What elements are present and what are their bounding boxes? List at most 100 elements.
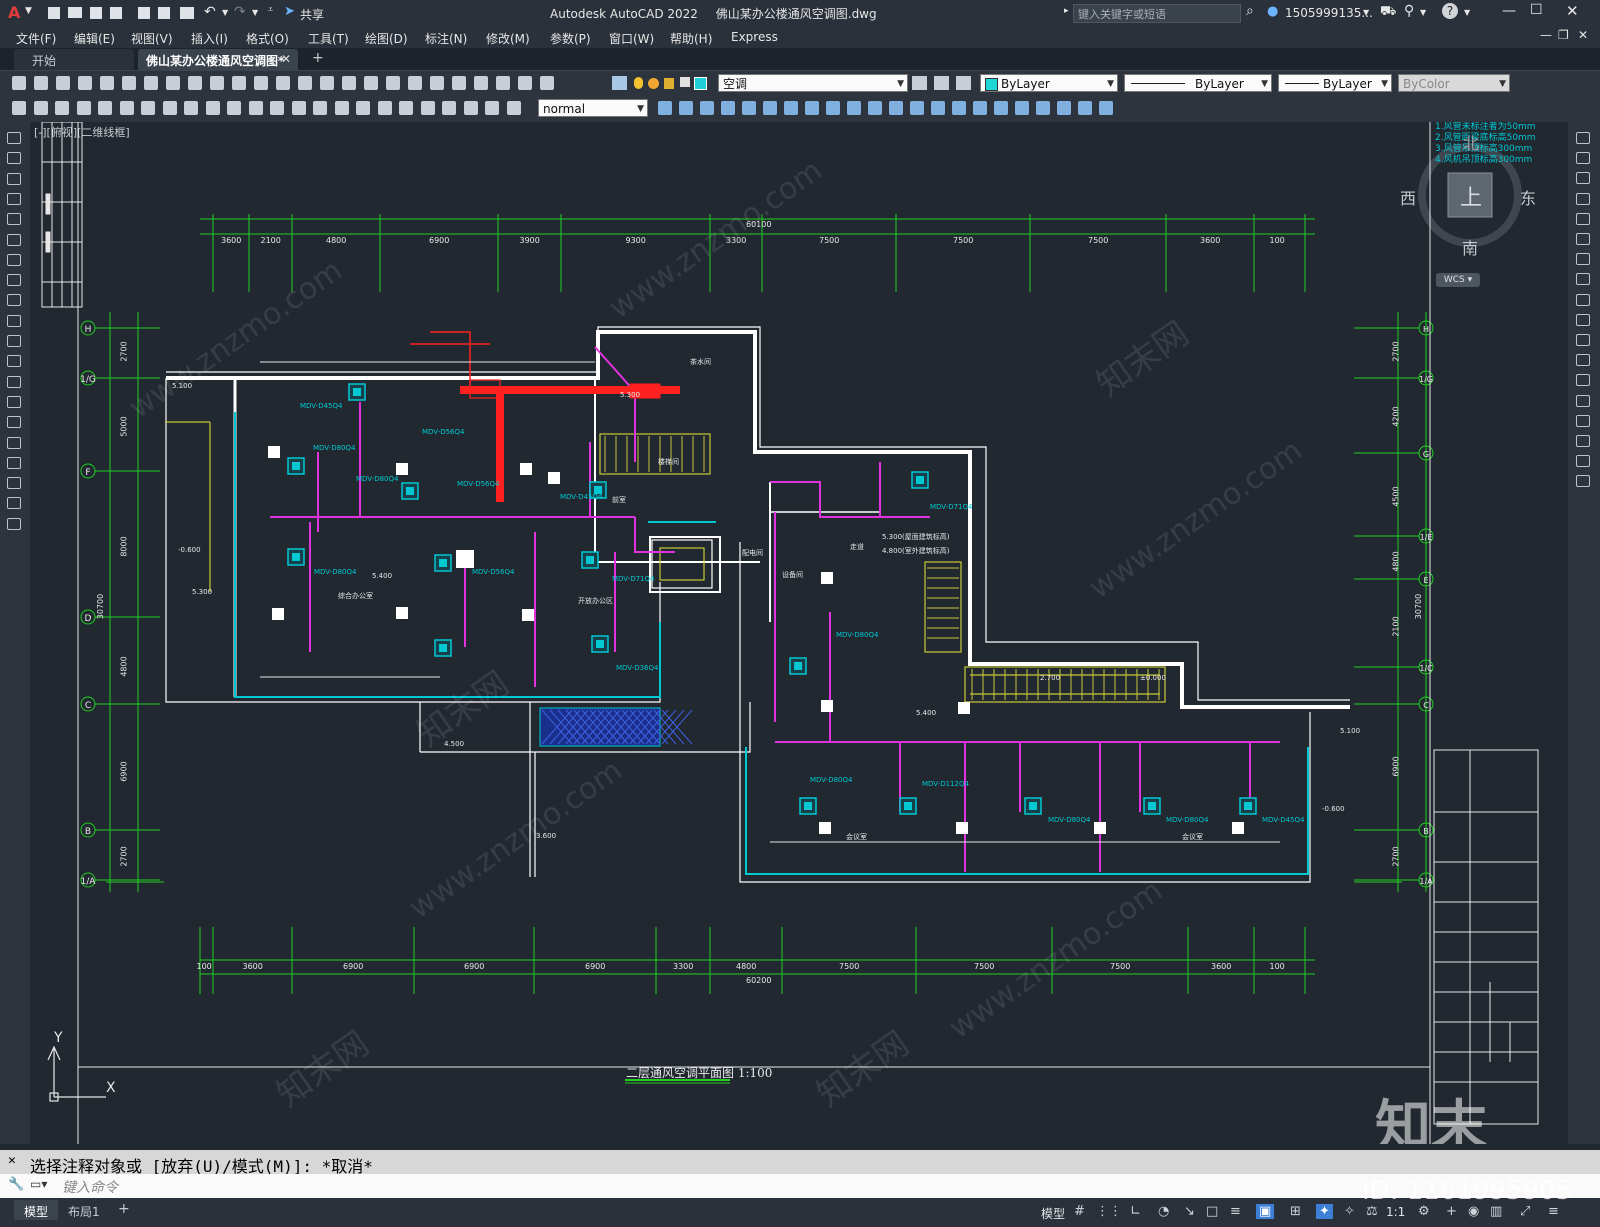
layer-on-icon[interactable] — [634, 77, 643, 89]
share-button[interactable]: 共享 — [300, 6, 324, 23]
dimension-tool-icon[interactable] — [377, 101, 392, 115]
menu-view[interactable]: 视图(V) — [131, 30, 173, 47]
user-icon[interactable]: ● — [1267, 4, 1278, 19]
autodesk-apps-icon[interactable]: ⚲ — [1404, 3, 1414, 19]
cut-icon[interactable] — [166, 76, 180, 90]
plot-icon[interactable] — [180, 7, 194, 19]
diffuser[interactable] — [958, 702, 970, 714]
menu-parametric[interactable]: 参数(P) — [550, 30, 591, 47]
diffuser[interactable] — [268, 446, 280, 458]
search-expand-icon[interactable]: ▸ — [1064, 6, 1069, 16]
save-as-icon[interactable] — [110, 7, 122, 19]
tab-layout1[interactable]: 布局1 — [68, 1203, 100, 1220]
break-icon[interactable] — [1576, 374, 1590, 387]
view-tool-icon[interactable] — [721, 101, 735, 115]
break-at-point-icon[interactable] — [1576, 354, 1590, 367]
trim-icon[interactable] — [1576, 313, 1590, 326]
menu-file[interactable]: 文件(F) — [16, 30, 56, 47]
dimension-tool-icon[interactable] — [248, 101, 263, 115]
diffuser[interactable] — [520, 463, 532, 475]
copy-icon[interactable] — [188, 76, 202, 90]
close-icon[interactable]: ✕ — [1566, 2, 1579, 20]
annotation-scale-value[interactable]: 1:1 — [1386, 1205, 1405, 1219]
help-icon[interactable]: ? — [1442, 3, 1458, 19]
dimension-tool-icon[interactable] — [356, 101, 370, 115]
tool-palettes-icon[interactable] — [452, 76, 466, 90]
open-file-icon[interactable] — [68, 7, 82, 18]
layer-lock-icon[interactable] — [664, 78, 674, 89]
drawing-canvas[interactable]: [-][俯视][二维线框] H 1/G F D C B 1/A H 1/G G 1/E E 1/C C B… — [30, 122, 1568, 1144]
dimension-tool-icon[interactable] — [98, 101, 112, 115]
recent-commands-icon[interactable]: ▭▾ — [30, 1177, 47, 1191]
plot-icon[interactable] — [78, 76, 92, 90]
share-icon[interactable]: ➤ — [284, 4, 295, 19]
3d-print-icon[interactable] — [144, 76, 158, 90]
viewcube-top-face[interactable]: 上 — [1460, 180, 1482, 212]
hardware-acceleration-icon[interactable]: ▥ — [1490, 1204, 1502, 1219]
layer-swatch-icon[interactable] — [694, 77, 707, 90]
view-tool-icon[interactable] — [1057, 101, 1071, 115]
view-tool-icon[interactable] — [931, 101, 945, 115]
view-tool-icon[interactable] — [700, 101, 714, 115]
isolate-icon[interactable]: ◉ — [1468, 1204, 1479, 1219]
construction-line-icon[interactable] — [7, 152, 21, 165]
gradient-icon[interactable] — [7, 436, 21, 449]
redo-icon[interactable] — [298, 76, 312, 90]
paste-icon[interactable] — [210, 76, 224, 90]
design-center-icon[interactable] — [430, 76, 444, 90]
table-icon[interactable] — [7, 477, 21, 490]
make-block-icon[interactable] — [7, 375, 21, 388]
layer-thaw-icon[interactable] — [648, 78, 659, 89]
new-tab-button[interactable]: + — [312, 50, 324, 66]
view-tool-icon[interactable] — [973, 101, 987, 115]
add-layout-button[interactable]: + — [118, 1201, 130, 1217]
menu-edit[interactable]: 编辑(E) — [74, 30, 115, 47]
dimension-tool-icon[interactable] — [334, 101, 349, 115]
dimension-tool-icon[interactable] — [485, 101, 499, 115]
layer-properties-icon[interactable] — [612, 76, 627, 90]
rotate-icon[interactable] — [1576, 253, 1590, 266]
layer-state-icon[interactable] — [956, 76, 971, 90]
help-icon[interactable] — [540, 76, 554, 90]
view-tool-icon[interactable] — [679, 101, 693, 115]
dimension-tool-icon[interactable] — [270, 101, 284, 115]
dimension-tool-icon[interactable] — [399, 101, 413, 115]
add-selected-icon[interactable] — [7, 517, 21, 530]
dimension-tool-icon[interactable] — [227, 101, 241, 115]
view-tool-icon[interactable] — [826, 101, 840, 115]
app-menu-arrow-icon[interactable]: ▼ — [25, 6, 32, 16]
menu-modify[interactable]: 修改(M) — [486, 30, 530, 47]
rectangle-icon[interactable] — [7, 213, 21, 226]
view-tool-icon[interactable] — [910, 101, 924, 115]
blend-icon[interactable] — [1576, 455, 1590, 468]
autocad-logo[interactable]: A — [8, 3, 20, 22]
doc-close-icon[interactable]: ✕ — [1578, 28, 1588, 42]
open-icon[interactable] — [34, 76, 48, 90]
object-snap-icon[interactable]: □ — [1206, 1204, 1218, 1219]
tab-close-icon[interactable]: ✕ — [281, 52, 291, 66]
maximize-icon[interactable]: ☐ — [1530, 2, 1543, 18]
dimension-tool-icon[interactable] — [76, 101, 91, 115]
selection-cycling-icon[interactable]: ▣ — [1256, 1204, 1275, 1219]
diffuser[interactable] — [456, 550, 474, 568]
dimension-tool-icon[interactable] — [506, 101, 521, 115]
menu-window[interactable]: 窗口(W) — [609, 30, 654, 47]
command-input[interactable]: 键入命令 — [62, 1177, 118, 1197]
dimension-tool-icon[interactable] — [184, 101, 198, 115]
menu-draw[interactable]: 绘图(D) — [365, 30, 408, 47]
viewcube-east[interactable]: 东 — [1520, 185, 1536, 209]
dimension-tool-icon[interactable] — [119, 101, 134, 115]
workspace-gear-icon[interactable]: ⚙ — [1418, 1204, 1430, 1219]
diffuser[interactable] — [272, 608, 284, 620]
tab-model[interactable]: 模型 — [14, 1200, 58, 1220]
tab-drawing[interactable]: 佛山某办公楼通风空调图* ✕ — [138, 49, 298, 70]
diffuser[interactable] — [396, 607, 408, 619]
move-icon[interactable] — [1576, 233, 1590, 245]
undo-icon[interactable] — [276, 76, 290, 90]
view-tool-icon[interactable] — [868, 101, 882, 115]
extend-icon[interactable] — [1576, 334, 1590, 346]
annotation-visibility-icon[interactable]: ✦ — [1316, 1204, 1333, 1219]
layer-previous-icon[interactable] — [934, 76, 949, 90]
dimstyle-combo[interactable]: normal ▼ — [538, 99, 648, 117]
diffuser[interactable] — [956, 822, 968, 834]
